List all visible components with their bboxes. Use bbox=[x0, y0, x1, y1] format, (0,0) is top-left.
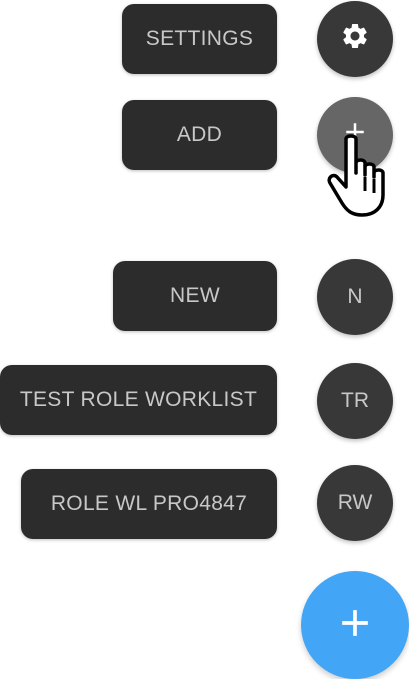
role-wl-pro4847-button[interactable]: RW bbox=[317, 465, 393, 541]
new-label: NEW bbox=[170, 284, 220, 307]
add-button[interactable] bbox=[317, 97, 393, 173]
role-wl-pro4847-label-chip[interactable]: ROLE WL PRO4847 bbox=[21, 469, 277, 539]
test-role-worklist-label-chip[interactable]: TEST ROLE WORKLIST bbox=[0, 365, 277, 435]
speed-dial: SETTINGS ADD NEW N TEST ROLE WORKLIST TR… bbox=[0, 0, 409, 679]
test-role-worklist-initials: TR bbox=[341, 389, 369, 412]
settings-label: SETTINGS bbox=[145, 27, 254, 50]
settings-button[interactable] bbox=[317, 1, 393, 77]
plus-icon bbox=[340, 117, 370, 153]
gear-icon bbox=[340, 21, 370, 57]
role-wl-pro4847-label: ROLE WL PRO4847 bbox=[50, 492, 248, 515]
test-role-worklist-label: TEST ROLE WORKLIST bbox=[19, 388, 258, 411]
speed-dial-main-button[interactable] bbox=[301, 571, 409, 679]
test-role-worklist-button[interactable]: TR bbox=[317, 363, 393, 439]
plus-icon bbox=[333, 601, 377, 650]
add-label-chip[interactable]: ADD bbox=[122, 100, 277, 170]
new-initials: N bbox=[347, 285, 363, 308]
role-wl-pro4847-initials: RW bbox=[337, 491, 373, 514]
new-label-chip[interactable]: NEW bbox=[113, 261, 277, 331]
settings-label-chip[interactable]: SETTINGS bbox=[122, 4, 277, 74]
add-label: ADD bbox=[176, 123, 223, 146]
new-button[interactable]: N bbox=[317, 259, 393, 335]
